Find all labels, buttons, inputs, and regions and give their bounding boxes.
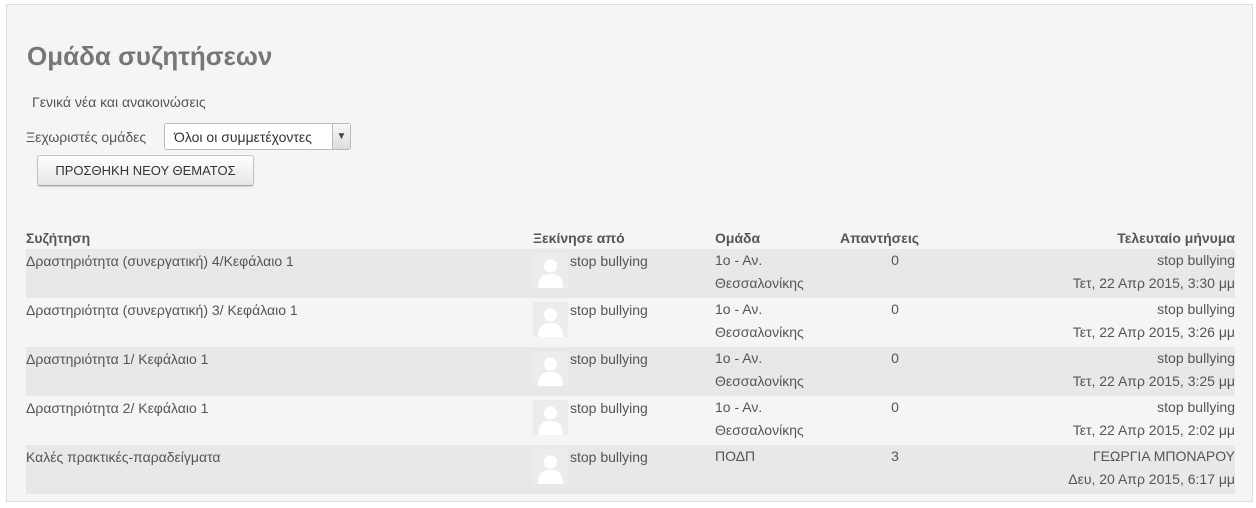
- group-name-line2: Θεσσαλονίκης: [715, 422, 804, 438]
- table-row: Δραστηριότητα 1/ Κεφάλαιο 1 stop bullyin…: [26, 347, 1235, 396]
- groups-select-value: Όλοι οι συμμετέχοντες: [174, 129, 312, 145]
- page-title: Ομάδα συζητήσεων: [27, 41, 273, 71]
- group-name-line2: Θεσσαλονίκης: [715, 275, 804, 291]
- table-row: Δραστηριότητα 2/ Κεφάλαιο 1 stop bullyin…: [26, 396, 1235, 445]
- table-row: Δραστηριότητα (συνεργατική) 4/Κεφάλαιο 1…: [26, 249, 1235, 298]
- last-post-user[interactable]: stop bullying: [920, 249, 1235, 272]
- last-post-user[interactable]: ΓΕΩΡΓΙΑ ΜΠΟΝΑΡΟΥ: [920, 445, 1235, 468]
- forum-intro: Γενικά νέα και ανακοινώσεις: [32, 94, 206, 110]
- header-topic[interactable]: Συζήτηση: [26, 220, 533, 249]
- topic-link[interactable]: Δραστηριότητα 2/ Κεφάλαιο 1: [26, 400, 208, 416]
- groups-label: Ξεχωριστές ομάδες: [26, 129, 147, 145]
- last-post-date[interactable]: Τετ, 22 Απρ 2015, 3:25 μμ: [920, 370, 1235, 393]
- chevron-down-icon[interactable]: ▼: [332, 124, 350, 149]
- groups-select[interactable]: Όλοι οι συμμετέχοντες ▼: [164, 123, 351, 150]
- table-row: Δραστηριότητα (συνεργατική) 3/ Κεφάλαιο …: [26, 298, 1235, 347]
- topic-link[interactable]: Καλές πρακτικές-παραδείγματα: [26, 449, 221, 465]
- group-name-line2: Θεσσαλονίκης: [715, 373, 804, 389]
- starter-link[interactable]: stop bullying: [570, 299, 648, 322]
- forum-panel: Ομάδα συζητήσεων Γενικά νέα και ανακοινώ…: [6, 4, 1253, 502]
- replies-count[interactable]: 0: [870, 298, 920, 321]
- replies-count[interactable]: 0: [870, 396, 920, 419]
- add-discussion-button[interactable]: ΠΡΟΣΘΗΚΗ ΝΕΟΥ ΘΕΜΑΤΟΣ: [37, 155, 254, 186]
- last-post-date[interactable]: Τετ, 22 Απρ 2015, 3:26 μμ: [920, 321, 1235, 344]
- avatar-icon[interactable]: [533, 351, 568, 386]
- group-name-line1: 1ο - Αν.: [715, 301, 763, 317]
- header-started-by[interactable]: Ξεκίνησε από: [533, 220, 715, 249]
- replies-count[interactable]: 0: [870, 347, 920, 370]
- last-post-user[interactable]: stop bullying: [920, 298, 1235, 321]
- table-row: Καλές πρακτικές-παραδείγματα stop bullyi…: [26, 445, 1235, 494]
- replies-count[interactable]: 3: [870, 445, 920, 468]
- avatar-icon[interactable]: [533, 449, 568, 484]
- last-post-user[interactable]: stop bullying: [920, 347, 1235, 370]
- table-header-row: Συζήτηση Ξεκίνησε από Ομάδα Απαντήσεις Τ…: [26, 220, 1235, 249]
- topic-link[interactable]: Δραστηριότητα (συνεργατική) 3/ Κεφάλαιο …: [26, 302, 298, 318]
- avatar-icon[interactable]: [533, 400, 568, 435]
- avatar-icon[interactable]: [533, 302, 568, 337]
- group-name-line1: ΠΟΔΠ: [715, 448, 756, 464]
- header-replies[interactable]: Απαντήσεις: [840, 220, 920, 249]
- header-group: Ομάδα: [715, 230, 761, 246]
- avatar-icon[interactable]: [533, 253, 568, 288]
- group-name-line2: Θεσσαλονίκης: [715, 324, 804, 340]
- topic-link[interactable]: Δραστηριότητα (συνεργατική) 4/Κεφάλαιο 1: [26, 253, 294, 269]
- group-name-line1: 1ο - Αν.: [715, 399, 763, 415]
- starter-link[interactable]: stop bullying: [570, 397, 648, 420]
- starter-link[interactable]: stop bullying: [570, 348, 648, 371]
- last-post-date[interactable]: Δευ, 20 Απρ 2015, 6:17 μμ: [920, 468, 1235, 491]
- group-name-line1: 1ο - Αν.: [715, 350, 763, 366]
- starter-link[interactable]: stop bullying: [570, 250, 648, 273]
- replies-count[interactable]: 0: [870, 249, 920, 272]
- last-post-user[interactable]: stop bullying: [920, 396, 1235, 419]
- header-last-post[interactable]: Τελευταίο μήνυμα: [920, 220, 1235, 249]
- starter-link[interactable]: stop bullying: [570, 446, 648, 469]
- last-post-date[interactable]: Τετ, 22 Απρ 2015, 3:30 μμ: [920, 272, 1235, 295]
- topic-link[interactable]: Δραστηριότητα 1/ Κεφάλαιο 1: [26, 351, 208, 367]
- group-name-line1: 1ο - Αν.: [715, 252, 763, 268]
- discussion-table: Συζήτηση Ξεκίνησε από Ομάδα Απαντήσεις Τ…: [26, 220, 1235, 494]
- last-post-date[interactable]: Τετ, 22 Απρ 2015, 2:02 μμ: [920, 419, 1235, 442]
